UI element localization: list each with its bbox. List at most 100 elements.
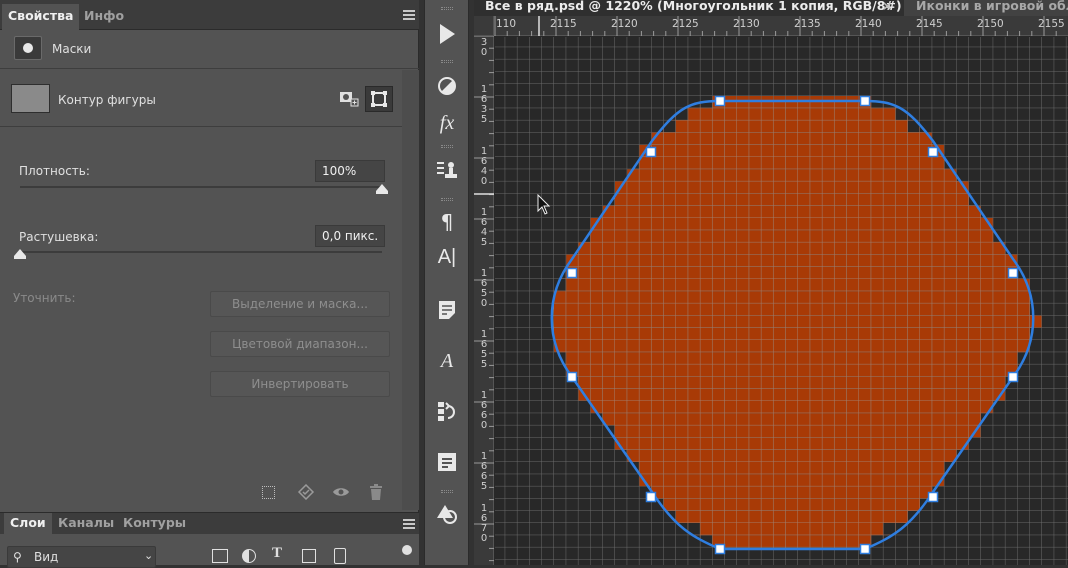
apply-mask-icon[interactable] [297, 483, 315, 501]
ruler-tick-label: 2140 [855, 18, 882, 30]
layers-tabbar: Слои Каналы Контуры [0, 513, 419, 534]
filter-pixel-icon[interactable] [212, 549, 228, 563]
add-mask-icon[interactable] [338, 89, 360, 109]
anchor-point[interactable] [1007, 371, 1019, 383]
ruler-tick-label: 1645 [480, 207, 488, 248]
play-icon[interactable] [433, 20, 461, 48]
density-slider[interactable] [20, 186, 382, 188]
adjustments-icon[interactable] [433, 72, 461, 100]
properties-panel: Свойства Инфо Маски Контур фигуры Плотно… [0, 0, 419, 512]
delete-mask-icon[interactable] [369, 484, 383, 500]
ruler-tick-label: 110 [496, 18, 517, 30]
canvas[interactable] [495, 37, 1068, 565]
ruler-tick-label: 1635 [480, 84, 488, 125]
ruler-tick-label: 1660 [480, 390, 488, 431]
filter-shape-icon[interactable] [302, 549, 316, 563]
panels-dock: fx ¶ A| A [424, 0, 469, 565]
ruler-tick-label: 2125 [672, 18, 699, 30]
tab-layers[interactable]: Слои [4, 513, 52, 534]
properties-scrollbar[interactable] [402, 70, 419, 510]
anchor-point[interactable] [566, 267, 578, 279]
tab-paths[interactable]: Контуры [117, 513, 192, 534]
feather-slider-thumb[interactable] [14, 249, 26, 259]
tab-properties[interactable]: Свойства [2, 4, 80, 30]
visibility-eye-icon[interactable] [332, 486, 350, 498]
dock-grip [441, 198, 453, 201]
anchor-point[interactable] [859, 95, 871, 107]
fx-icon[interactable]: fx [433, 109, 461, 137]
document-tab-active[interactable]: Все в ряд.psd @ 1220% (Многоугольник 1 к… [474, 0, 904, 16]
close-tab-icon[interactable]: × [882, 0, 892, 12]
layers-panel: Слои Каналы Контуры ⚲ Вид ⌄ T [0, 512, 419, 568]
ruler-tick-label: 2130 [733, 18, 760, 30]
panel-menu-icon[interactable] [403, 10, 415, 20]
vertical-ruler: 30 1635 1640 1645 1650 1655 1660 1665 1670 [474, 36, 494, 565]
ruler-tick-label: 1670 [480, 503, 488, 544]
glyphs-icon[interactable]: A [433, 347, 461, 375]
vector-mask-icon[interactable] [365, 86, 393, 112]
shape-icon[interactable] [433, 500, 461, 528]
filter-smart-object-icon[interactable] [334, 548, 346, 564]
anchor-point[interactable] [714, 95, 726, 107]
horizontal-ruler: 110 2115 2120 2125 2130 2135 2140 2145 2150 2155 [474, 16, 1068, 36]
tab-channels[interactable]: Каналы [52, 513, 120, 534]
density-slider-thumb[interactable] [376, 184, 388, 194]
dock-grip [441, 60, 453, 63]
document-tab-title: Все в ряд.psd @ 1220% (Многоугольник 1 к… [485, 0, 902, 13]
ruler-tick-label: 2120 [611, 18, 638, 30]
divider [0, 68, 419, 69]
anchor-point[interactable] [566, 371, 578, 383]
layer-filter-value: Вид [34, 550, 59, 564]
anchor-point[interactable] [927, 146, 939, 158]
ruler-tick-label: 1650 [480, 268, 488, 309]
density-field[interactable]: 100% [315, 160, 385, 182]
layers-menu-icon[interactable] [403, 519, 415, 529]
chevron-down-icon: ⌄ [144, 549, 154, 562]
search-icon: ⚲ [13, 550, 22, 564]
character-icon[interactable]: A| [433, 243, 461, 271]
mouse-cursor-icon [537, 194, 551, 215]
dock-grip [441, 145, 453, 148]
select-and-mask-button[interactable]: Выделение и маска... [210, 291, 390, 317]
libraries-icon[interactable] [433, 448, 461, 476]
ruler-tick-label: 2135 [794, 18, 821, 30]
properties-tabbar: Свойства Инфо [0, 0, 419, 30]
ruler-tick-label: 1640 [480, 146, 488, 187]
feather-slider[interactable] [20, 251, 382, 253]
filter-type-icon[interactable]: T [272, 545, 282, 562]
anchor-point[interactable] [645, 491, 657, 503]
anchor-point[interactable] [714, 543, 726, 555]
load-selection-icon[interactable] [262, 486, 275, 499]
tab-info[interactable]: Инфо [78, 4, 130, 30]
ruler-corner [474, 16, 494, 36]
anchor-point[interactable] [859, 543, 871, 555]
divider [0, 126, 402, 127]
ruler-tick-label: 1655 [480, 329, 488, 370]
notes-icon[interactable] [433, 296, 461, 324]
mask-type-icon [14, 36, 42, 60]
density-label: Плотность: [19, 164, 90, 178]
masks-label: Маски [52, 42, 92, 56]
shape-thumbnail [11, 84, 50, 113]
ruler-tick-label: 30 [480, 37, 488, 58]
ruler-tick-label: 2150 [977, 18, 1004, 30]
feather-label: Растушевка: [19, 230, 99, 244]
clone-source-icon[interactable] [433, 156, 461, 184]
feather-field[interactable]: 0,0 пикс. [315, 225, 385, 247]
document-tab-inactive[interactable]: Иконки в игровой обл [916, 0, 1068, 16]
ruler-tick-label: 2115 [550, 18, 577, 30]
ruler-tick-label: 2155 [1038, 18, 1065, 30]
invert-button[interactable]: Инвертировать [210, 371, 390, 397]
color-range-button[interactable]: Цветовой диапазон... [210, 331, 390, 357]
document-window: Все в ряд.psd @ 1220% (Многоугольник 1 к… [474, 0, 1068, 565]
document-tabbar: Все в ряд.psd @ 1220% (Многоугольник 1 к… [474, 0, 1068, 16]
filter-adjustment-icon[interactable] [242, 549, 256, 563]
filter-toggle-icon[interactable] [402, 545, 412, 555]
refine-label: Уточнить: [13, 291, 76, 305]
dock-grip [441, 490, 453, 493]
history-icon[interactable] [433, 397, 461, 425]
paragraph-icon[interactable]: ¶ [433, 208, 461, 236]
anchor-point[interactable] [927, 491, 939, 503]
anchor-point[interactable] [1007, 267, 1019, 279]
anchor-point[interactable] [645, 146, 657, 158]
